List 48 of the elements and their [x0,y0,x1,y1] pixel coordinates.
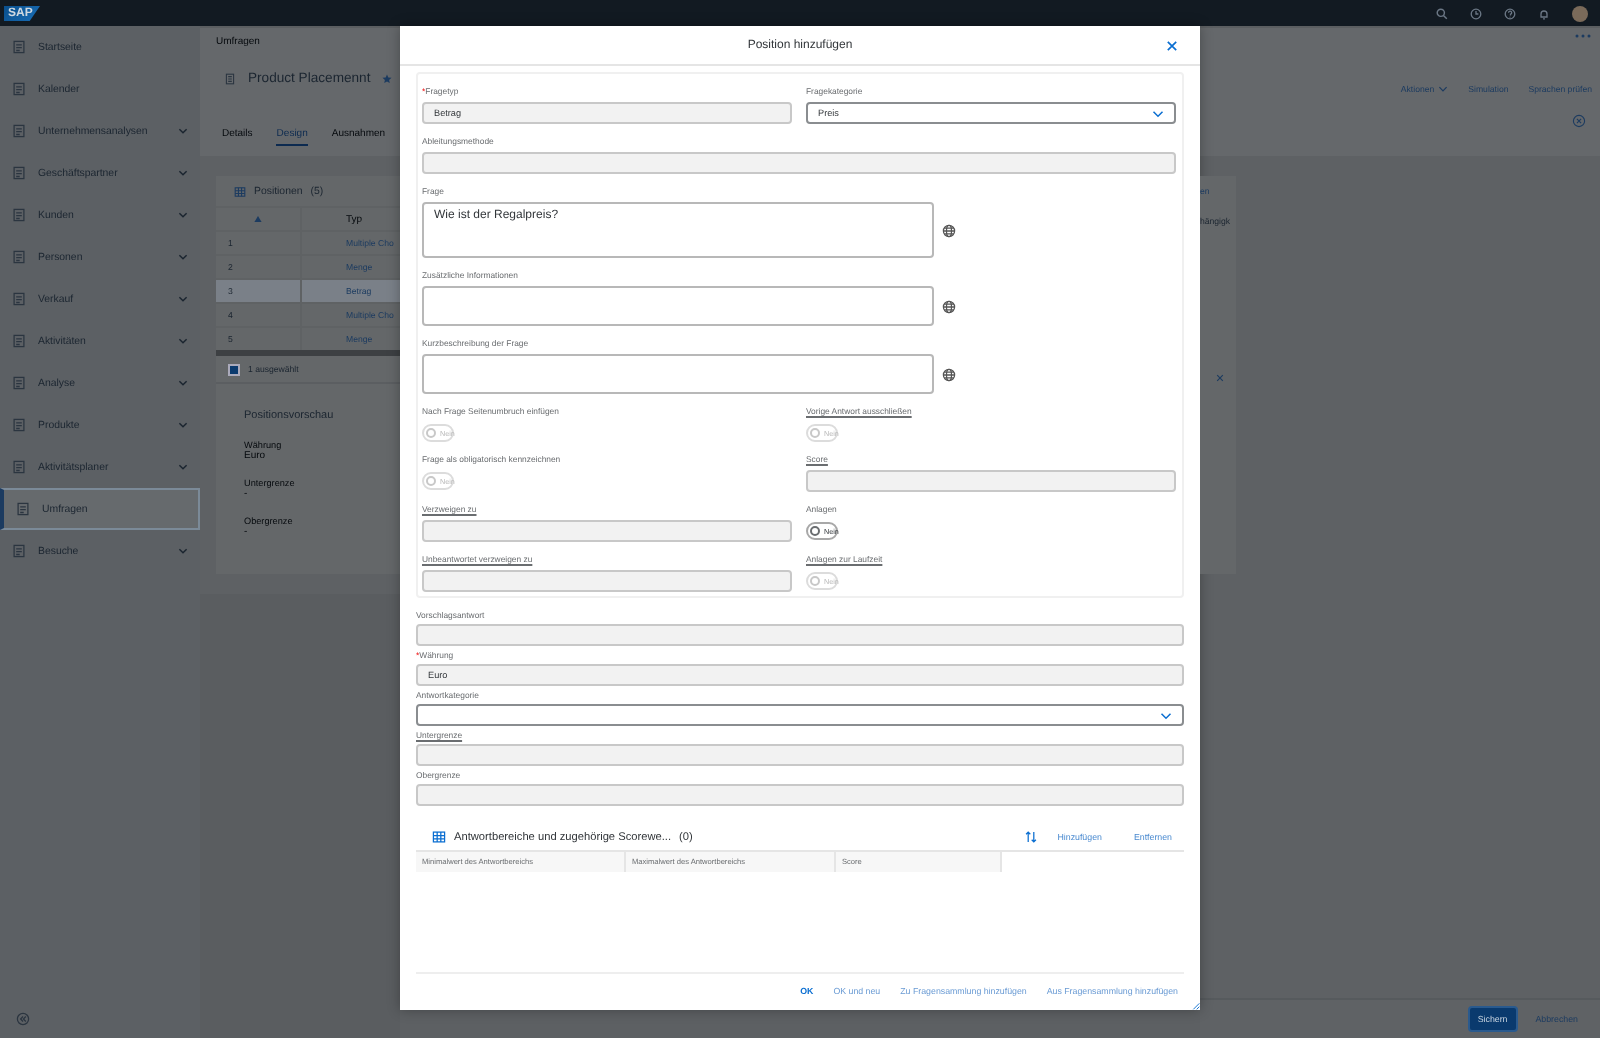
clock-icon[interactable] [1470,7,1482,19]
document-icon [12,208,26,222]
chevron-down-icon[interactable] [178,170,188,176]
chevron-down-icon[interactable] [178,338,188,344]
document-icon [12,292,26,306]
chevron-down-icon[interactable] [178,380,188,386]
chevron-down-icon[interactable] [178,254,188,260]
chevron-down-icon[interactable] [1152,109,1164,117]
close-circle-icon[interactable] [1572,114,1586,128]
document-icon [16,502,30,516]
bell-icon[interactable] [1538,7,1550,19]
search-icon[interactable] [1436,7,1448,19]
sort-icon[interactable] [1023,830,1038,844]
chevron-down-icon[interactable] [178,296,188,302]
star-icon[interactable] [382,74,393,84]
close-icon[interactable] [1166,40,1178,52]
chevron-down-icon[interactable] [178,422,188,428]
list-icon [224,72,236,86]
chevron-down-icon[interactable] [178,212,188,218]
document-icon [12,82,26,96]
document-icon [12,418,26,432]
document-icon [12,40,26,54]
sort-ascending-icon[interactable] [254,216,262,222]
globe-icon[interactable] [942,223,956,237]
help-icon[interactable] [1504,7,1516,19]
document-icon [12,166,26,180]
globe-icon[interactable] [942,299,956,313]
select-field[interactable] [416,704,1184,726]
globe-icon[interactable] [942,367,956,381]
collapse-icon[interactable] [16,1012,30,1026]
table-icon [234,185,246,197]
checkbox[interactable] [228,363,240,375]
table-icon [432,830,446,844]
avatar[interactable] [1572,5,1588,21]
document-icon [12,250,26,264]
resize-handle-icon[interactable] [1192,1002,1200,1010]
document-icon [12,124,26,138]
scrollbar[interactable] [216,350,400,356]
chevron-down-icon[interactable] [178,548,188,554]
chevron-down-icon [1438,86,1449,92]
chevron-down-icon[interactable] [178,128,188,134]
close-icon[interactable] [1216,374,1224,382]
document-icon [12,544,26,558]
document-icon [12,376,26,390]
chevron-down-icon[interactable] [178,464,188,470]
document-icon [12,334,26,348]
document-icon [12,460,26,474]
chevron-down-icon[interactable] [1160,711,1172,719]
